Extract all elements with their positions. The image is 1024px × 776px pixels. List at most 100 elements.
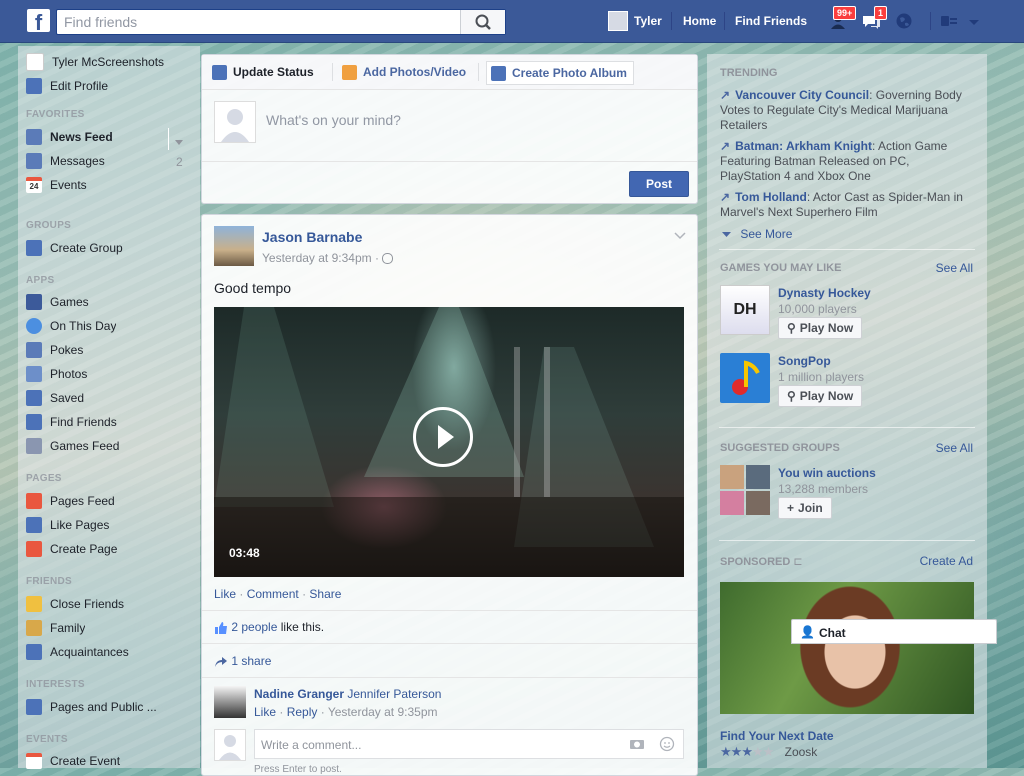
author-avatar[interactable] bbox=[214, 226, 254, 266]
profile-avatar[interactable] bbox=[608, 11, 628, 31]
join-group-button[interactable]: + Join bbox=[778, 497, 832, 519]
post-author[interactable]: Jason Barnabe bbox=[262, 229, 362, 245]
camera-icon[interactable] bbox=[629, 738, 645, 750]
sidebar-item-close-friends[interactable]: Close Friends bbox=[26, 594, 196, 614]
shares-count-link[interactable]: 1 share bbox=[231, 654, 271, 668]
post-text: Good tempo bbox=[214, 280, 292, 296]
search-input[interactable] bbox=[57, 10, 469, 34]
sidebar-item-games[interactable]: Games bbox=[26, 292, 196, 312]
divider bbox=[202, 161, 697, 162]
sidebar-item-photos[interactable]: Photos bbox=[26, 364, 196, 384]
friend-requests-button[interactable]: 99+ bbox=[829, 6, 857, 32]
sidebar-item-pages-public[interactable]: Pages and Public ... bbox=[26, 697, 196, 717]
sidebar-item-label: Create Event bbox=[50, 754, 121, 768]
share-link[interactable]: Share bbox=[309, 587, 341, 601]
create-ad-link[interactable]: Create Ad bbox=[920, 554, 973, 568]
search-button[interactable] bbox=[460, 10, 505, 34]
video-player[interactable]: 03:48 bbox=[214, 307, 684, 577]
sidebar-item-messages[interactable]: Messages bbox=[26, 151, 196, 171]
sidebar-item-label: Edit Profile bbox=[50, 79, 109, 93]
game-logo-dynasty-hockey[interactable]: DH bbox=[720, 285, 770, 335]
thumbs-up-icon bbox=[26, 517, 42, 533]
play-button[interactable] bbox=[413, 407, 473, 467]
sidebar-item-pages-feed[interactable]: Pages Feed bbox=[26, 491, 196, 511]
status-input[interactable]: What's on your mind? bbox=[266, 112, 401, 128]
game-name[interactable]: Dynasty Hockey bbox=[778, 286, 871, 300]
family-icon bbox=[26, 620, 42, 636]
sidebar-item-create-page[interactable]: Create Page bbox=[26, 539, 196, 559]
messages-icon bbox=[26, 153, 42, 169]
timestamp-text: Yesterday at 9:34pm bbox=[262, 251, 372, 265]
like-link[interactable]: Like bbox=[214, 587, 236, 601]
sidebar-item-profile[interactable]: Tyler McScreenshots bbox=[26, 52, 196, 72]
ad-title[interactable]: Find Your Next Date bbox=[720, 729, 834, 743]
trending-item[interactable]: ↗ Batman: Arkham Knight: Action Game Feat… bbox=[720, 139, 972, 184]
sidebar-item-games-feed[interactable]: Games Feed bbox=[26, 436, 196, 456]
group-photos[interactable] bbox=[720, 465, 770, 515]
play-now-button[interactable]: ⚲ Play Now bbox=[778, 317, 863, 339]
commenter-avatar[interactable] bbox=[214, 686, 246, 718]
star-filled-icon: ★ bbox=[730, 744, 743, 759]
groups-header: GROUPS bbox=[26, 220, 72, 231]
default-avatar-icon bbox=[219, 735, 241, 760]
sidebar-item-edit-profile[interactable]: Edit Profile bbox=[26, 76, 196, 96]
facebook-logo-icon[interactable]: f bbox=[27, 9, 50, 32]
messages-button[interactable]: 1 bbox=[860, 6, 888, 32]
sidebar-item-acquaintances[interactable]: Acquaintances bbox=[26, 642, 196, 662]
star-filled-icon: ★ bbox=[741, 744, 753, 759]
sidebar-item-pokes[interactable]: Pokes bbox=[26, 340, 196, 360]
game-name[interactable]: SongPop bbox=[778, 354, 831, 368]
shares-summary[interactable]: 1 share bbox=[214, 654, 271, 668]
trending-item[interactable]: ↗ Tom Holland: Actor Cast as Spider-Man i… bbox=[720, 190, 972, 220]
sidebar-item-on-this-day[interactable]: On This Day bbox=[26, 316, 196, 336]
comment-like-link[interactable]: Like bbox=[254, 705, 276, 719]
tab-create-album[interactable]: Create Photo Album bbox=[486, 61, 634, 85]
sidebar-item-like-pages[interactable]: Like Pages bbox=[26, 515, 196, 535]
comment-input[interactable]: Write a comment... bbox=[254, 729, 684, 759]
play-now-button[interactable]: ⚲ Play Now bbox=[778, 385, 863, 407]
emoji-icon[interactable] bbox=[659, 736, 675, 752]
comment-reply-link[interactable]: Reply bbox=[287, 705, 318, 719]
home-link[interactable]: Home bbox=[683, 14, 716, 28]
tab-update-status[interactable]: Update Status bbox=[212, 61, 314, 83]
game-logo-songpop[interactable] bbox=[720, 353, 770, 403]
interests-header: INTERESTS bbox=[26, 679, 85, 690]
settings-menu-button[interactable] bbox=[968, 16, 980, 30]
games-icon bbox=[26, 294, 42, 310]
notifications-button[interactable] bbox=[893, 10, 915, 32]
games-see-all-link[interactable]: See All bbox=[936, 261, 973, 275]
plus-icon: + bbox=[787, 501, 795, 515]
messages-count: 2 bbox=[176, 155, 183, 169]
sidebar-item-family[interactable]: Family bbox=[26, 618, 196, 638]
post-options-button[interactable] bbox=[674, 229, 686, 243]
sidebar-item-create-group[interactable]: Create Group bbox=[26, 238, 196, 258]
group-name[interactable]: You win auctions bbox=[778, 466, 876, 480]
ad-image[interactable] bbox=[720, 582, 974, 714]
trending-item[interactable]: ↗ Vancouver City Council: Governing Body … bbox=[720, 88, 972, 133]
privacy-shortcuts-button[interactable] bbox=[940, 13, 958, 29]
sidebar-item-events[interactable]: 24 Events bbox=[26, 175, 196, 195]
comment-mention[interactable]: Jennifer Paterson bbox=[347, 687, 441, 701]
comment-author[interactable]: Nadine Granger bbox=[254, 687, 344, 701]
sidebar-item-saved[interactable]: Saved bbox=[26, 388, 196, 408]
likes-count-link[interactable]: 2 people bbox=[231, 620, 277, 634]
find-friends-link[interactable]: Find Friends bbox=[735, 14, 807, 28]
events-header: EVENTS bbox=[26, 734, 68, 745]
news-feed-icon bbox=[26, 129, 42, 145]
see-more-link[interactable]: See More bbox=[722, 227, 792, 241]
profile-link[interactable]: Tyler bbox=[634, 14, 662, 28]
post-button[interactable]: Post bbox=[629, 171, 689, 197]
groups-see-all-link[interactable]: See All bbox=[936, 441, 973, 455]
comment-link[interactable]: Comment bbox=[247, 587, 299, 601]
tab-add-photos[interactable]: Add Photos/Video bbox=[342, 61, 466, 83]
chevron-down-icon bbox=[674, 232, 686, 240]
comment-timestamp[interactable]: Yesterday at 9:35pm bbox=[328, 705, 438, 719]
post-timestamp[interactable]: Yesterday at 9:34pm · bbox=[262, 251, 394, 265]
sidebar-item-create-event[interactable]: Create Event bbox=[26, 751, 196, 771]
messages-badge: 1 bbox=[874, 6, 888, 20]
sidebar-item-find-friends[interactable]: Find Friends bbox=[26, 412, 196, 432]
divider bbox=[202, 677, 697, 678]
chat-tab[interactable]: 👤 Chat bbox=[791, 619, 997, 644]
sidebar-item-news-feed[interactable]: News Feed bbox=[26, 127, 196, 147]
news-feed-options-button[interactable] bbox=[175, 135, 183, 149]
